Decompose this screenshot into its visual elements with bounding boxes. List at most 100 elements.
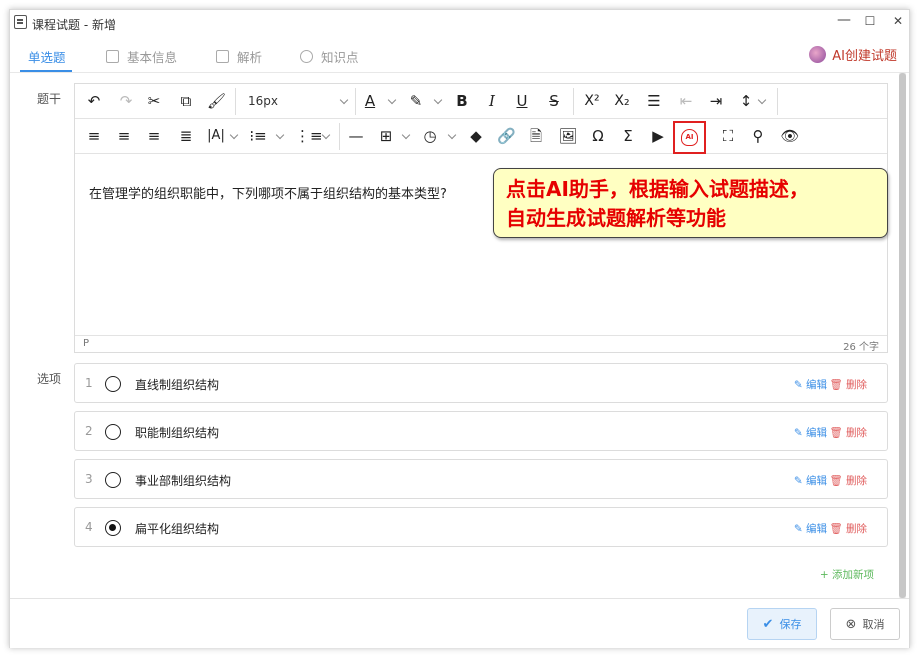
formula-icon[interactable]: Σ <box>619 127 637 145</box>
ai-bulb-icon <box>809 46 827 63</box>
table-icon[interactable]: ⊞ <box>377 127 395 145</box>
tab-label: 单选题 <box>28 50 66 65</box>
edit-button[interactable]: ✎ 编辑 <box>794 473 827 488</box>
align-justify-icon[interactable]: ≣ <box>177 127 195 145</box>
option-number: 2 <box>85 424 93 438</box>
option-radio-selected[interactable] <box>105 520 121 536</box>
annotation-callout: 点击AI助手，根据输入试题描述， 自动生成试题解析等功能 <box>493 168 888 238</box>
delete-button[interactable]: 🗑 删除 <box>829 521 867 536</box>
option-radio[interactable] <box>105 424 121 440</box>
chevron-down-icon[interactable] <box>339 95 349 105</box>
superscript-icon[interactable]: X² <box>581 92 603 110</box>
tab-bar: 单选题 基本信息 解析 知识点 AI创建试题 <box>10 37 909 73</box>
tab-analysis[interactable]: 解析 <box>216 47 262 66</box>
align-right-icon[interactable]: ≡ <box>145 127 163 145</box>
subscript-icon[interactable]: X₂ <box>611 92 633 110</box>
tab-label: 基本信息 <box>127 50 178 65</box>
copy-icon[interactable]: ⧉ <box>177 92 195 110</box>
numbered-list-icon[interactable]: ⋮≡ <box>295 127 323 145</box>
question-stem-text[interactable]: 在管理学的组织职能中，下列哪项不属于组织结构的基本类型? <box>89 183 447 202</box>
word-import-icon[interactable]: 🗎 <box>527 127 545 145</box>
font-color-icon[interactable]: A <box>361 92 379 110</box>
edit-button[interactable]: ✎ 编辑 <box>794 377 827 392</box>
scrollbar[interactable] <box>899 73 906 598</box>
chevron-down-icon[interactable] <box>757 95 767 105</box>
format-painter-icon[interactable]: 🖌 <box>207 92 226 110</box>
option-text: 扁平化组织结构 <box>135 522 220 536</box>
bullet-list-icon[interactable]: ⁝≡ <box>249 127 267 145</box>
option-radio[interactable] <box>105 376 121 392</box>
chevron-down-icon[interactable] <box>401 130 411 140</box>
editor-status-bar: P 26 个字 <box>75 335 887 353</box>
line-height-icon[interactable]: ↕ <box>735 92 757 110</box>
save-button[interactable]: ✔ 保存 <box>747 608 817 640</box>
stem-label: 题干 <box>37 92 62 106</box>
chevron-down-icon[interactable] <box>229 130 239 140</box>
align-left-icon[interactable]: ≡ <box>85 127 103 145</box>
maximize-button[interactable]: ☐ <box>858 14 882 28</box>
window-title: 课程试题 - 新增 <box>32 18 116 32</box>
preview-eye-icon[interactable]: 👁 <box>779 127 801 145</box>
undo-icon[interactable]: ↶ <box>85 92 103 110</box>
outdent-icon[interactable]: ⇤ <box>677 92 695 110</box>
chevron-down-icon[interactable] <box>433 95 443 105</box>
clock-icon[interactable]: ◷ <box>421 127 439 145</box>
edit-button[interactable]: ✎ 编辑 <box>794 425 827 440</box>
close-button[interactable]: ✕ <box>886 14 910 28</box>
bold-icon[interactable]: B <box>453 92 471 110</box>
eraser-icon[interactable]: ◆ <box>467 127 485 145</box>
toolbar-divider <box>573 88 574 115</box>
option-radio[interactable] <box>105 472 121 488</box>
chevron-down-icon[interactable] <box>275 130 285 140</box>
fullscreen-icon[interactable]: ⛶ <box>719 127 737 145</box>
toolbar-row-2: ≡ ≡ ≡ ≣ |A| ⁝≡ ⋮≡ — ⊞ ◷ ◆ 🔗 🗎 🖼 Ω Σ ▶ AI <box>75 119 887 154</box>
option-row: 3 事业部制组织结构 ✎ 编辑 🗑 删除 <box>74 459 888 499</box>
options-label: 选项 <box>37 372 62 386</box>
strikethrough-icon[interactable]: S <box>545 92 563 110</box>
delete-button[interactable]: 🗑 删除 <box>829 425 867 440</box>
image-upload-icon[interactable]: 🖼 <box>557 127 579 145</box>
chevron-down-icon[interactable] <box>321 130 331 140</box>
redo-icon[interactable]: ↷ <box>117 92 135 110</box>
align-center-icon[interactable]: ≡ <box>115 127 133 145</box>
option-text: 事业部制组织结构 <box>135 474 232 488</box>
chevron-down-icon[interactable] <box>447 130 457 140</box>
option-text: 职能制组织结构 <box>135 426 220 440</box>
indent-icon[interactable]: ⇥ <box>707 92 725 110</box>
toolbar-divider <box>235 88 236 115</box>
align-justify-icon[interactable]: ☰ <box>645 92 663 110</box>
font-size-select[interactable]: 16px <box>248 94 278 108</box>
ai-create-question-button[interactable]: AI创建试题 <box>809 45 897 64</box>
video-icon[interactable]: ▶ <box>649 127 667 145</box>
special-char-icon[interactable]: Ω <box>589 127 607 145</box>
add-option-button[interactable]: + 添加新项 <box>820 567 874 582</box>
ai-assistant-button[interactable]: AI <box>673 121 706 154</box>
option-number: 4 <box>85 520 93 534</box>
tab-single-choice[interactable]: 单选题 <box>28 47 66 66</box>
edit-button[interactable]: ✎ 编辑 <box>794 521 827 536</box>
tab-knowledge-points[interactable]: 知识点 <box>300 47 359 66</box>
font-family-icon[interactable]: |A| <box>205 127 227 145</box>
link-icon[interactable]: 🔗 <box>497 127 516 145</box>
highlight-icon[interactable]: ✎ <box>407 92 425 110</box>
ai-head-icon: AI <box>681 129 698 146</box>
cancel-label: 取消 <box>862 618 885 631</box>
option-row: 1 直线制组织结构 ✎ 编辑 🗑 删除 <box>74 363 888 403</box>
cut-icon[interactable]: ✂ <box>145 92 163 110</box>
list-icon <box>106 50 119 63</box>
underline-icon[interactable]: U <box>513 92 531 110</box>
minimize-button[interactable]: — <box>832 12 856 28</box>
delete-button[interactable]: 🗑 删除 <box>829 473 867 488</box>
chevron-down-icon[interactable] <box>387 95 397 105</box>
option-number: 3 <box>85 472 93 486</box>
horizontal-rule-icon[interactable]: — <box>347 127 365 145</box>
delete-button[interactable]: 🗑 删除 <box>829 377 867 392</box>
scrollbar-thumb[interactable] <box>899 73 906 598</box>
cancel-button[interactable]: ⊗ 取消 <box>830 608 900 640</box>
element-path: P <box>83 338 90 349</box>
italic-icon[interactable]: I <box>483 92 501 110</box>
tab-basic-info[interactable]: 基本信息 <box>106 47 177 66</box>
search-icon[interactable]: ⚲ <box>749 127 767 145</box>
dialog-footer: ✔ 保存 ⊗ 取消 <box>10 598 909 648</box>
toolbar-row-1: ↶ ↷ ✂ ⧉ 🖌 16px A ✎ B I U S X² X₂ ☰ ⇤ ⇥ ↕ <box>75 84 887 119</box>
